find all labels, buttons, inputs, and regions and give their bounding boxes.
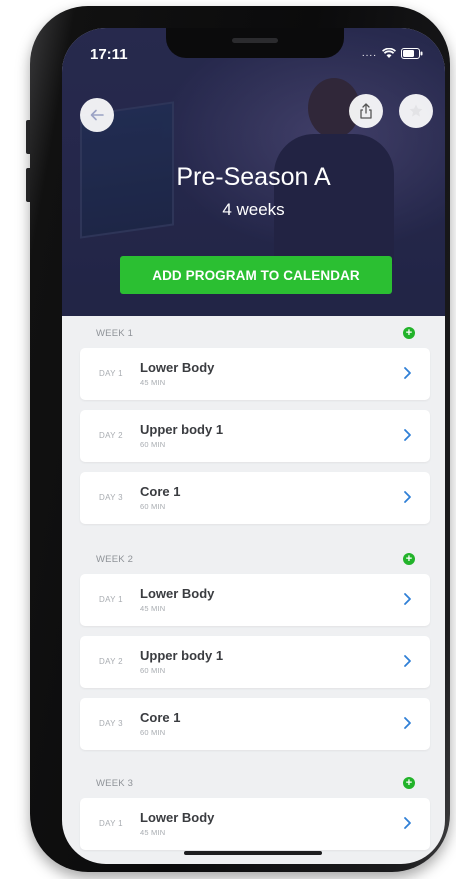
chevron-right-icon[interactable] [400,364,414,382]
workout-day-row[interactable]: DAY 2 Upper body 1 60 MIN [80,636,430,688]
favorite-button[interactable] [399,94,433,128]
week-header: WEEK 2 + [62,550,445,570]
day-number: DAY 1 [99,595,123,604]
chevron-right-icon[interactable] [400,426,414,444]
day-number: DAY 1 [99,369,123,378]
week-header: WEEK 3 + [62,774,445,794]
add-day-icon[interactable]: + [403,777,415,789]
workout-duration: 45 MIN [140,828,166,837]
chevron-right-icon[interactable] [400,814,414,832]
workout-day-row[interactable]: DAY 1 Lower Body 45 MIN [80,348,430,400]
day-number: DAY 1 [99,819,123,828]
chevron-right-icon[interactable] [400,714,414,732]
workout-duration: 60 MIN [140,728,166,737]
week-label: WEEK 3 [96,778,134,789]
workout-duration: 60 MIN [140,502,166,511]
workout-duration: 60 MIN [140,666,166,675]
workout-title: Lower Body [140,810,215,825]
workout-title: Upper body 1 [140,422,224,437]
week-header: WEEK 1 + [62,324,445,344]
add-day-icon[interactable]: + [403,553,415,565]
week-label: WEEK 1 [96,328,134,339]
chevron-right-icon[interactable] [400,590,414,608]
workout-title: Core 1 [140,484,181,499]
day-number: DAY 3 [99,493,123,502]
workout-title: Lower Body [140,586,215,601]
add-day-icon[interactable]: + [403,327,415,339]
day-number: DAY 3 [99,719,123,728]
add-to-calendar-button[interactable]: ADD PROGRAM TO CALENDAR [120,256,392,294]
workout-duration: 45 MIN [140,378,166,387]
program-title: Pre-Season A [176,163,331,191]
share-icon [360,103,372,119]
status-icons: .... [362,48,423,59]
arrow-left-icon [90,109,104,121]
workout-duration: 60 MIN [140,440,166,449]
workout-day-row[interactable]: DAY 1 Lower Body 45 MIN [80,574,430,626]
battery-icon [401,48,423,59]
phone-screen: 17:11 .... Pre-Season A 4 weeks ADD PROG… [62,28,445,864]
workout-title: Upper body 1 [140,648,224,663]
workout-duration: 45 MIN [140,604,166,613]
status-time: 17:11 [90,46,128,63]
back-button[interactable] [80,98,114,132]
home-indicator[interactable] [184,851,322,855]
workout-day-row[interactable]: DAY 1 Lower Body 45 MIN [80,798,430,850]
chevron-right-icon[interactable] [400,652,414,670]
program-duration: 4 weeks [222,200,285,219]
day-number: DAY 2 [99,657,123,666]
speaker [232,38,278,43]
workout-title: Lower Body [140,360,215,375]
star-icon [409,104,423,117]
workout-title: Core 1 [140,710,181,725]
workout-day-row[interactable]: DAY 3 Core 1 60 MIN [80,472,430,524]
notch [166,28,344,58]
workout-day-row[interactable]: DAY 3 Core 1 60 MIN [80,698,430,750]
signal-dots-icon: .... [361,48,377,59]
chevron-right-icon[interactable] [400,488,414,506]
day-number: DAY 2 [99,431,123,440]
wifi-icon [382,48,396,58]
week-label: WEEK 2 [96,554,134,565]
stage: 17:11 .... Pre-Season A 4 weeks ADD PROG… [0,0,456,879]
share-button[interactable] [349,94,383,128]
workout-day-row[interactable]: DAY 2 Upper body 1 60 MIN [80,410,430,462]
